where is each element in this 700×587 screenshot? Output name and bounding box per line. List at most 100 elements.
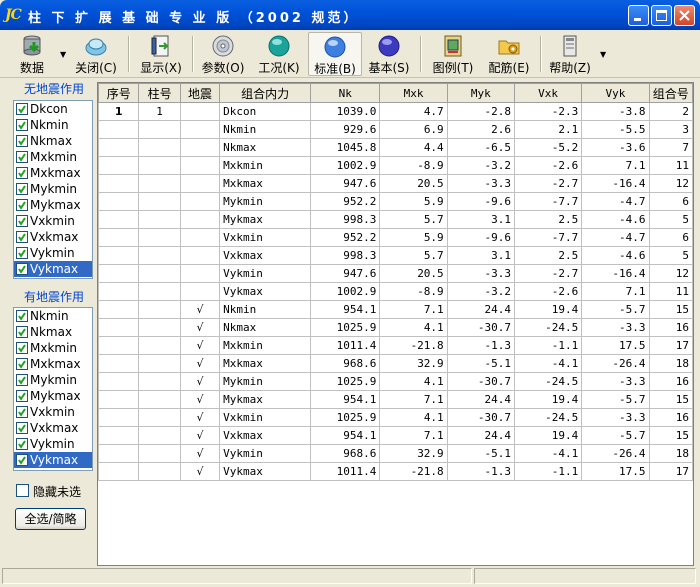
- list-item[interactable]: Dkcon: [14, 101, 92, 117]
- column-header[interactable]: 组合号: [648, 83, 693, 103]
- close-button[interactable]: 关闭(C): [72, 32, 120, 76]
- table-row[interactable]: √ Vxkmax 954.1 7.1 24.4 19.4 -5.7 15: [98, 426, 693, 445]
- list-item[interactable]: Vxkmin: [14, 213, 92, 229]
- params-button[interactable]: 参数(O): [198, 32, 248, 76]
- checked-checkbox-icon[interactable]: [16, 199, 28, 211]
- list-item[interactable]: Vykmin: [14, 436, 92, 452]
- list-item[interactable]: Mykmax: [14, 197, 92, 213]
- table-row[interactable]: Mykmax 998.3 5.7 3.1 2.5 -4.6 5: [98, 210, 693, 229]
- table-row[interactable]: 1 1 Dkcon 1039.0 4.7 -2.8 -2.3 -3.8 2: [98, 102, 693, 121]
- checked-checkbox-icon[interactable]: [16, 151, 28, 163]
- minimize-button[interactable]: [628, 5, 649, 26]
- table-cell: 32.9: [379, 354, 448, 373]
- help-button[interactable]: 帮助(Z): [546, 32, 594, 76]
- legend-button[interactable]: 图例(T): [428, 32, 478, 76]
- checked-checkbox-icon[interactable]: [16, 406, 28, 418]
- table-cell: [98, 156, 140, 175]
- table-row[interactable]: Vxkmax 998.3 5.7 3.1 2.5 -4.6 5: [98, 246, 693, 265]
- table-row[interactable]: √ Mykmax 954.1 7.1 24.4 19.4 -5.7 15: [98, 390, 693, 409]
- table-row[interactable]: Nkmax 1045.8 4.4 -6.5 -5.2 -3.6 7: [98, 138, 693, 157]
- column-header[interactable]: Myk: [446, 83, 515, 103]
- list-item[interactable]: Nkmin: [14, 308, 92, 324]
- checked-checkbox-icon[interactable]: [16, 390, 28, 402]
- list-item[interactable]: Vxkmax: [14, 420, 92, 436]
- no-quake-list[interactable]: Dkcon Nkmin Nkmax Mxkmin Mxkmax Mykmin Mykmax V…: [13, 100, 93, 279]
- table-cell: 3: [648, 120, 693, 139]
- list-item[interactable]: Mykmin: [14, 181, 92, 197]
- table-cell: 968.6: [309, 444, 381, 463]
- checked-checkbox-icon[interactable]: [16, 358, 28, 370]
- checked-checkbox-icon[interactable]: [16, 263, 28, 275]
- checked-checkbox-icon[interactable]: [16, 247, 28, 259]
- data-button[interactable]: 数据: [8, 32, 56, 76]
- list-item[interactable]: Mxkmax: [14, 165, 92, 181]
- column-header[interactable]: 序号: [98, 83, 140, 103]
- table-row[interactable]: Vykmin 947.6 20.5 -3.3 -2.7 -16.4 12: [98, 264, 693, 283]
- results-table-container[interactable]: 序号 柱号 地震 组合内力 Nk Mxk Myk Vxk Vyk 组合号 1 1 Dkcon 1039.…: [97, 82, 694, 566]
- list-item[interactable]: Mxkmin: [14, 340, 92, 356]
- table-row[interactable]: √ Nkmin 954.1 7.1 24.4 19.4 -5.7 15: [98, 300, 693, 319]
- table-row[interactable]: Nkmin 929.6 6.9 2.6 2.1 -5.5 3: [98, 120, 693, 139]
- list-item[interactable]: Vykmax: [14, 261, 92, 277]
- table-row[interactable]: √ Mxkmax 968.6 32.9 -5.1 -4.1 -26.4 18: [98, 354, 693, 373]
- column-header[interactable]: 柱号: [138, 83, 181, 103]
- checked-checkbox-icon[interactable]: [16, 342, 28, 354]
- column-header[interactable]: Nk: [309, 83, 381, 103]
- maximize-button[interactable]: [651, 5, 672, 26]
- select-all-button[interactable]: 全选/简略: [15, 508, 86, 530]
- hide-unselected-box[interactable]: [16, 484, 29, 497]
- checked-checkbox-icon[interactable]: [16, 119, 28, 131]
- rebar-button[interactable]: 配筋(E): [484, 32, 534, 76]
- table-row[interactable]: Mxkmax 947.6 20.5 -3.3 -2.7 -16.4 12: [98, 174, 693, 193]
- checked-checkbox-icon[interactable]: [16, 215, 28, 227]
- column-header[interactable]: 地震: [179, 83, 221, 103]
- checked-checkbox-icon[interactable]: [16, 183, 28, 195]
- list-item[interactable]: Mykmin: [14, 372, 92, 388]
- help-button-label: 帮助(Z): [549, 61, 591, 75]
- close-window-button[interactable]: [674, 5, 695, 26]
- table-row[interactable]: √ Mykmin 1025.9 4.1 -30.7 -24.5 -3.3 16: [98, 372, 693, 391]
- list-item[interactable]: Vxkmax: [14, 229, 92, 245]
- checked-checkbox-icon[interactable]: [16, 231, 28, 243]
- table-row[interactable]: √ Vykmax 1011.4 -21.8 -1.3 -1.1 17.5 17: [98, 462, 693, 481]
- table-row[interactable]: Vxkmin 952.2 5.9 -9.6 -7.7 -4.7 6: [98, 228, 693, 247]
- table-row[interactable]: √ Nkmax 1025.9 4.1 -30.7 -24.5 -3.3 16: [98, 318, 693, 337]
- table-row[interactable]: Mxkmin 1002.9 -8.9 -3.2 -2.6 7.1 11: [98, 156, 693, 175]
- basic-button[interactable]: 基本(S): [364, 32, 414, 76]
- table-row[interactable]: Vykmax 1002.9 -8.9 -3.2 -2.6 7.1 11: [98, 282, 693, 301]
- standard-button[interactable]: 标准(B): [308, 32, 362, 76]
- checked-checkbox-icon[interactable]: [16, 310, 28, 322]
- help-dropdown-arrow-icon[interactable]: ▼: [600, 50, 606, 59]
- display-button[interactable]: 显示(X): [136, 32, 186, 76]
- list-item[interactable]: Vykmax: [14, 452, 92, 468]
- table-row[interactable]: √ Vxkmin 1025.9 4.1 -30.7 -24.5 -3.3 16: [98, 408, 693, 427]
- list-item[interactable]: Mxkmax: [14, 356, 92, 372]
- list-item[interactable]: Nkmin: [14, 117, 92, 133]
- list-item[interactable]: Vxkmin: [14, 404, 92, 420]
- checked-checkbox-icon[interactable]: [16, 326, 28, 338]
- list-item[interactable]: Nkmax: [14, 133, 92, 149]
- checked-checkbox-icon[interactable]: [16, 135, 28, 147]
- quake-list[interactable]: Nkmin Nkmax Mxkmin Mxkmax Mykmin Mykmax Vxkmin…: [13, 307, 93, 471]
- list-item[interactable]: Mxkmin: [14, 149, 92, 165]
- checked-checkbox-icon[interactable]: [16, 454, 28, 466]
- table-cell: -21.8: [379, 462, 448, 481]
- list-item[interactable]: Nkmax: [14, 324, 92, 340]
- cases-button[interactable]: 工况(K): [254, 32, 304, 76]
- table-row[interactable]: Mykmin 952.2 5.9 -9.6 -7.7 -4.7 6: [98, 192, 693, 211]
- table-row[interactable]: √ Vykmin 968.6 32.9 -5.1 -4.1 -26.4 18: [98, 444, 693, 463]
- checked-checkbox-icon[interactable]: [16, 422, 28, 434]
- checked-checkbox-icon[interactable]: [16, 374, 28, 386]
- checked-checkbox-icon[interactable]: [16, 438, 28, 450]
- checked-checkbox-icon[interactable]: [16, 103, 28, 115]
- table-cell: 6: [648, 192, 693, 211]
- column-header[interactable]: Vxk: [513, 83, 583, 103]
- table-row[interactable]: √ Mxkmin 1011.4 -21.8 -1.3 -1.1 17.5 17: [98, 336, 693, 355]
- data-dropdown-arrow-icon[interactable]: ▼: [60, 50, 66, 59]
- column-header[interactable]: Vyk: [581, 83, 650, 103]
- column-header[interactable]: 组合内力: [219, 83, 311, 103]
- list-item[interactable]: Vykmin: [14, 245, 92, 261]
- checked-checkbox-icon[interactable]: [16, 167, 28, 179]
- column-header[interactable]: Mxk: [379, 83, 448, 103]
- list-item[interactable]: Mykmax: [14, 388, 92, 404]
